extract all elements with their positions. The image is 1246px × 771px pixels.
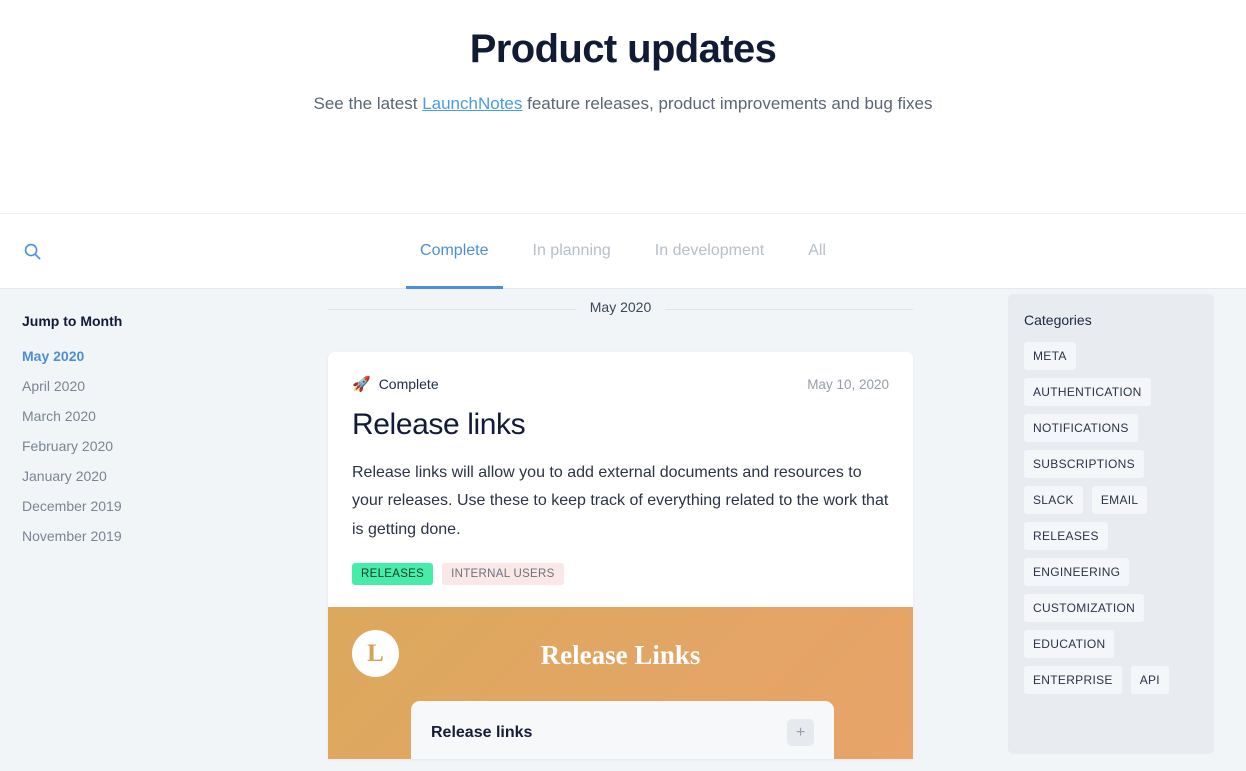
category-authentication[interactable]: AUTHENTICATION (1024, 378, 1151, 406)
hero-section: Product updates See the latest LaunchNot… (0, 0, 1246, 214)
tab-list: Complete In planning In development All (398, 214, 848, 289)
updates-feed: May 2020 🚀 Complete May 10, 2020 Release… (328, 289, 913, 760)
update-card-banner: L Release Links Release links + (328, 607, 913, 760)
tag-releases[interactable]: RELEASES (352, 563, 434, 586)
update-card-title: Release links (352, 408, 526, 441)
tag-row: RELEASES INTERNAL USERS (352, 563, 889, 586)
update-card-content: 🚀 Complete May 10, 2020 Release links Re… (328, 352, 913, 607)
sidebar-item-february-2020[interactable]: February 2020 (22, 431, 328, 461)
category-releases[interactable]: RELEASES (1024, 522, 1108, 550)
tab-in-development[interactable]: In development (633, 214, 786, 288)
sidebar-item-december-2019[interactable]: December 2019 (22, 491, 328, 521)
hero-subtitle-suffix: feature releases, product improvements a… (522, 94, 933, 113)
month-divider-label: May 2020 (575, 299, 666, 315)
category-subscriptions[interactable]: SUBSCRIPTIONS (1024, 450, 1144, 478)
sidebar-item-march-2020[interactable]: March 2020 (22, 401, 328, 431)
sidebar-item-november-2019[interactable]: November 2019 (22, 521, 328, 551)
banner-title: Release Links (540, 640, 701, 671)
status-label: Complete (378, 376, 439, 392)
category-notifications[interactable]: NOTIFICATIONS (1024, 414, 1138, 442)
search-icon[interactable] (18, 237, 46, 265)
banner-inner-card: Release links + (411, 701, 834, 760)
filter-navbar: Complete In planning In development All (0, 214, 1246, 289)
update-card-body: Release links will allow you to add exte… (352, 464, 889, 538)
rocket-icon: 🚀 (352, 375, 371, 393)
status-badge: 🚀 Complete (352, 376, 439, 392)
tab-complete[interactable]: Complete (398, 214, 510, 289)
jump-to-month-sidebar: Jump to Month May 2020 April 2020 March … (0, 289, 328, 551)
category-education[interactable]: EDUCATION (1024, 630, 1115, 658)
add-release-link-button[interactable]: + (787, 719, 814, 747)
category-email[interactable]: EMAIL (1091, 486, 1148, 514)
sidebar-item-january-2020[interactable]: January 2020 (22, 461, 328, 491)
sidebar-item-may-2020[interactable]: May 2020 (22, 341, 328, 371)
categories-heading: Categories (1024, 312, 1092, 328)
tab-in-planning[interactable]: In planning (511, 214, 633, 288)
category-enterprise[interactable]: ENTERPRISE (1024, 666, 1122, 694)
page-body: Jump to Month May 2020 April 2020 March … (0, 289, 1246, 771)
category-slack[interactable]: SLACK (1024, 486, 1083, 514)
category-meta[interactable]: META (1024, 342, 1076, 370)
sidebar-item-april-2020[interactable]: April 2020 (22, 371, 328, 401)
hero-subtitle: See the latest LaunchNotes feature relea… (0, 94, 1246, 114)
update-card-date: May 10, 2020 (807, 376, 889, 392)
update-card[interactable]: 🚀 Complete May 10, 2020 Release links Re… (328, 352, 913, 760)
hero-subtitle-prefix: See the latest (313, 94, 423, 113)
category-api[interactable]: API (1130, 666, 1169, 694)
category-engineering[interactable]: ENGINEERING (1024, 558, 1130, 586)
categories-panel: Categories META AUTHENTICATION NOTIFICAT… (1008, 294, 1214, 754)
launchnotes-link[interactable]: LaunchNotes (422, 94, 522, 113)
categories-list: META AUTHENTICATION NOTIFICATIONS SUBSCR… (1024, 342, 1198, 694)
jump-to-month-heading: Jump to Month (22, 313, 123, 329)
month-divider: May 2020 (328, 299, 913, 319)
tag-internal-users[interactable]: INTERNAL USERS (442, 563, 564, 586)
categories-sidebar-wrapper: Categories META AUTHENTICATION NOTIFICAT… (913, 289, 1246, 754)
page-title: Product updates (469, 27, 777, 71)
update-card-meta: 🚀 Complete May 10, 2020 (352, 376, 889, 392)
tab-all[interactable]: All (786, 214, 848, 288)
category-customization[interactable]: CUSTOMIZATION (1024, 594, 1145, 622)
banner-inner-card-title: Release links (431, 723, 533, 741)
